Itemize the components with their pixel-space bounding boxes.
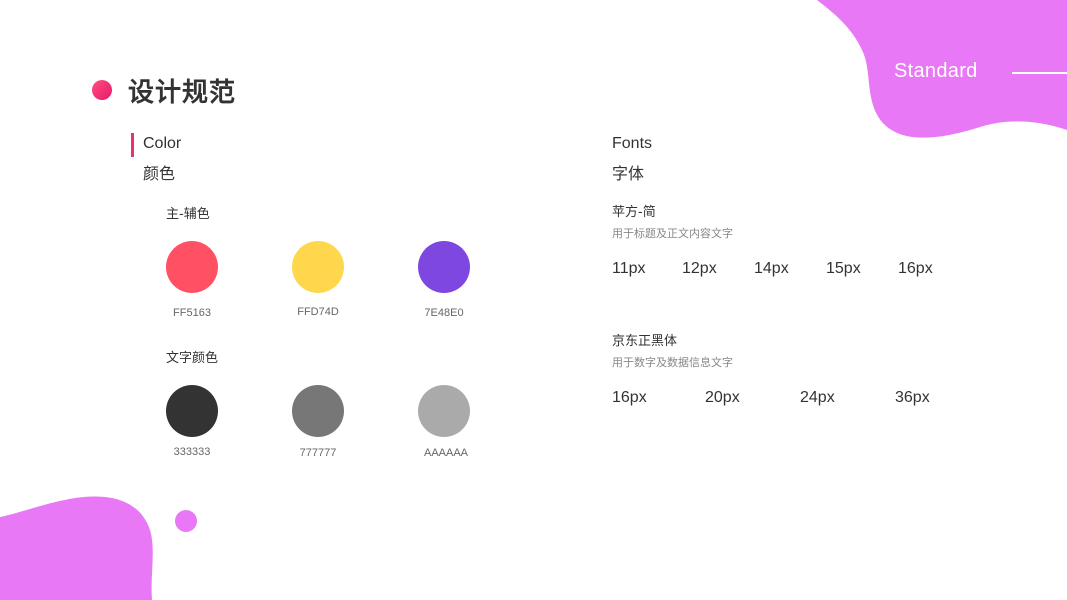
title-bullet-icon [92,80,112,100]
swatch-text-1-label: 333333 [173,446,211,458]
text-colors-heading: 文字颜色 [166,351,219,366]
font-size-label: 24px [800,389,835,406]
fonts-section-title-cn: 字体 [612,164,645,183]
decorative-dot [175,510,197,532]
swatch-primary-1-label: FF5163 [173,307,211,319]
swatch-text-2-label: 777777 [299,447,337,459]
font-size-label: 11px [612,260,646,277]
font-size-label: 15px [826,260,861,277]
font-size-label: 14px [754,260,789,277]
font-family-2-name: 京东正黑体 [612,334,678,349]
swatch-primary-1 [166,241,218,293]
font-size-label: 20px [705,389,740,406]
swatch-primary-2 [292,241,344,293]
bottom-left-blob [0,496,153,600]
font-family-1-name: 苹方-简 [612,205,656,220]
font-size-label: 36px [895,389,930,406]
fonts-section-title-en: Fonts [612,135,653,152]
swatch-primary-3 [418,241,470,293]
swatch-text-1 [166,385,218,437]
primary-colors-heading: 主-辅色 [166,207,210,222]
swatch-primary-2-label: FFD74D [297,306,339,318]
color-section-accent-bar [131,133,134,157]
standard-label: Standard [894,60,978,82]
color-section-title-cn: 颜色 [143,164,176,183]
color-section-title-en: Color [143,135,182,152]
swatch-text-3-label: AAAAAA [423,447,469,459]
font-size-label: 16px [612,389,647,406]
swatch-text-2 [292,385,344,437]
standard-line-divider [1012,72,1067,74]
font-size-label: 16px [898,260,933,277]
swatch-text-3 [418,385,470,437]
font-family-1-desc: 用于标题及正文内容文字 [612,227,733,240]
page-title: 设计规范 [128,78,237,108]
font-size-label: 12px [682,260,717,277]
swatch-primary-3-label: 7E48E0 [424,307,464,319]
font-family-2-desc: 用于数字及数据信息文字 [612,356,733,369]
